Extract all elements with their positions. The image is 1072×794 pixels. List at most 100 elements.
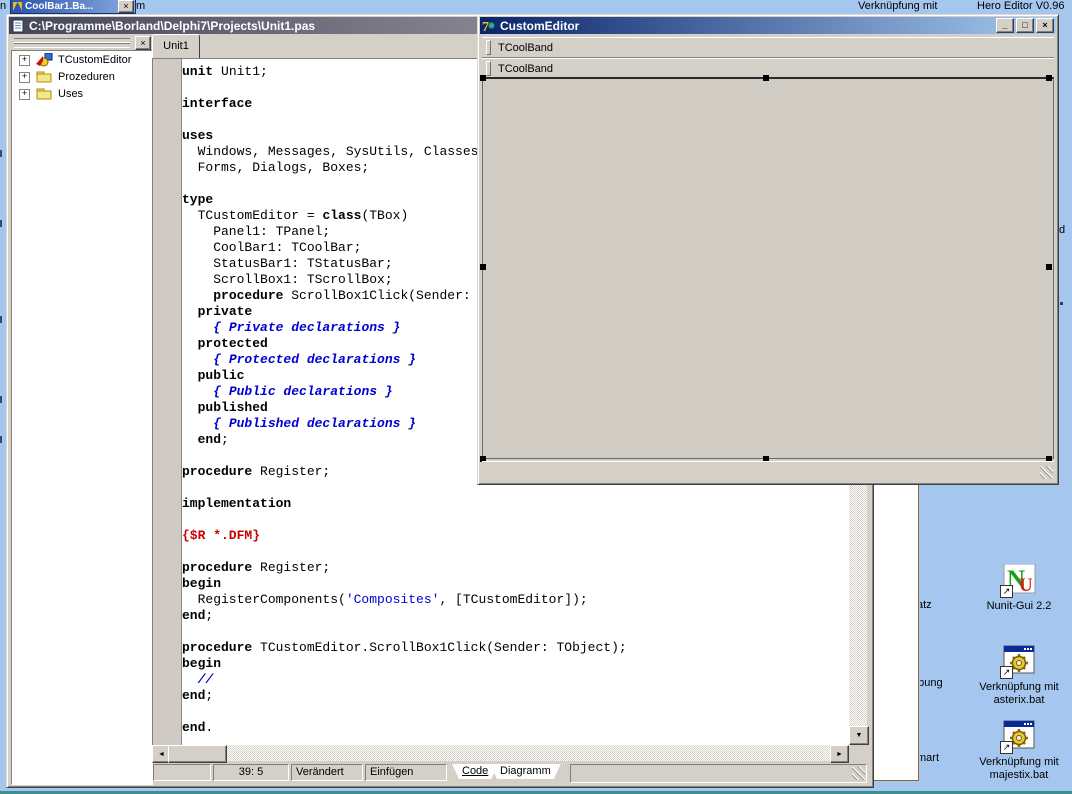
horizontal-scrollbar[interactable]: ◄ ► <box>152 745 849 761</box>
tree-item-prozeduren[interactable]: + Prozeduren <box>12 69 152 85</box>
code-line <box>182 704 627 720</box>
tree-item-label: Uses <box>58 88 83 100</box>
statusbar-modified-flag: Verändert <box>291 764 363 781</box>
code-line: end; <box>182 608 627 624</box>
tab-diagramm[interactable]: Diagramm <box>490 764 561 779</box>
statusbar-panel <box>153 764 211 781</box>
tab-unit1[interactable]: Unit1 <box>152 34 200 59</box>
tree-item-tcustomeditor[interactable]: + TCustomEditor <box>12 52 152 68</box>
desktop-fragment <box>0 436 2 443</box>
scrollbar-thumb[interactable] <box>168 745 227 763</box>
code-line: begin <box>182 576 627 592</box>
desktop-icon-label: Nunit-Gui 2.2 <box>969 600 1069 613</box>
form-statusbar <box>482 461 1054 481</box>
scrollbox-selected[interactable] <box>482 77 1054 459</box>
desktop-fragment <box>0 316 2 323</box>
scroll-right-icon[interactable]: ► <box>830 745 849 763</box>
coolband-label: TCoolBand <box>498 63 553 75</box>
coolbar-window-icon <box>13 2 22 11</box>
selection-handle[interactable] <box>480 264 486 270</box>
desktop-icon-majestix-bat[interactable]: ↗ Verknüpfung mitmajestix.bat <box>969 720 1069 782</box>
expand-plus-icon[interactable]: + <box>19 55 30 66</box>
selection-handle[interactable] <box>480 75 486 81</box>
code-line: end. <box>182 720 627 736</box>
scroll-down-icon[interactable]: ▼ <box>849 726 869 745</box>
maximize-icon[interactable]: □ <box>1016 18 1034 33</box>
svg-text:U: U <box>1019 575 1033 596</box>
drag-handle-icon[interactable] <box>14 43 130 48</box>
desktop-icon-asterix-bat[interactable]: ↗ Verknüpfung mitasterix.bat <box>969 645 1069 707</box>
folder-icon <box>36 87 53 101</box>
coolbar: TCoolBand TCoolBand <box>482 37 1054 79</box>
statusbar-insert-mode: Einfügen <box>365 764 447 781</box>
shortcut-arrow-icon: ↗ <box>1000 741 1013 754</box>
desktop-icon-label: Verknüpfung mit <box>969 681 1069 694</box>
tree-item-uses[interactable]: + Uses <box>12 86 152 102</box>
desktop-fragment <box>0 220 2 227</box>
desktop-icon-nunit-gui[interactable]: NU↗ Nunit-Gui 2.2 <box>969 564 1069 613</box>
desktop-icon-label: asterix.bat <box>969 694 1069 707</box>
code-explorer-header[interactable]: × <box>11 36 153 49</box>
minimize-icon[interactable]: _ <box>996 18 1014 33</box>
tree-item-label: Prozeduren <box>58 71 115 83</box>
code-line <box>182 512 627 528</box>
selection-handle[interactable] <box>1046 264 1052 270</box>
gripper-icon[interactable] <box>486 40 491 55</box>
desktop-icon-label-fragment: d <box>1059 224 1065 236</box>
desktop-icon-label: majestix.bat <box>969 769 1069 782</box>
editor-title: C:\Programme\Borland\Delphi7\Projects\Un… <box>29 19 315 33</box>
close-icon[interactable]: × <box>135 36 151 50</box>
code-line <box>182 624 627 640</box>
selection-handle[interactable] <box>763 75 769 81</box>
code-explorer-tree: + TCustomEditor + Prozeduren + Uses <box>11 50 153 785</box>
code-line: procedure TCustomEditor.ScrollBox1Click(… <box>182 640 627 656</box>
resize-grip[interactable] <box>1040 466 1053 479</box>
component-icon <box>36 53 53 67</box>
editor-gutter <box>153 59 182 746</box>
batch-icon: ↗ <box>1002 720 1036 754</box>
tab-code[interactable]: Code <box>452 764 498 779</box>
editor-statusbar: 39: 5 Verändert Einfügen Code Diagramm <box>152 763 867 783</box>
code-line: begin <box>182 656 627 672</box>
expand-plus-icon[interactable]: + <box>19 72 30 83</box>
tree-item-label: TCustomEditor <box>58 54 131 66</box>
desktop-text-fragment: m <box>136 0 145 12</box>
desktop-icon-label: Verknüpfung mit <box>969 756 1069 769</box>
close-icon[interactable]: × <box>1036 18 1054 33</box>
desktop-fragment <box>1060 302 1063 305</box>
desktop-icon-label-fragment: Verknüpfung mit <box>858 0 938 12</box>
statusbar-panel <box>570 764 867 783</box>
form-title: CustomEditor <box>500 19 996 33</box>
batch-icon: ↗ <box>1002 645 1036 679</box>
gripper-icon[interactable] <box>486 61 491 76</box>
close-icon[interactable]: × <box>118 0 134 13</box>
customeditor-form-window: 7 CustomEditor _ □ × TCoolBand TCoolBand <box>477 14 1059 485</box>
expand-plus-icon[interactable]: + <box>19 89 30 100</box>
code-line: end; <box>182 688 627 704</box>
desktop-text-fragment: n <box>0 0 6 12</box>
code-line: implementation <box>182 496 627 512</box>
code-line: RegisterComponents('Composites', [TCusto… <box>182 592 627 608</box>
mini-window-titlebar[interactable]: CoolBar1.Ba... × <box>10 0 136 14</box>
form-titlebar[interactable]: 7 CustomEditor _ □ × <box>480 17 1056 34</box>
view-tabs: Code Diagramm <box>452 763 570 781</box>
desktop-icon-label-fragment: mart <box>917 752 939 764</box>
code-line: procedure Register; <box>182 560 627 576</box>
nunit-icon: NU↗ <box>1002 564 1036 598</box>
coolband-row[interactable]: TCoolBand <box>482 37 1054 58</box>
scrollbar-track[interactable] <box>169 745 832 761</box>
code-line: // <box>182 672 627 688</box>
delphi-icon: 7 <box>482 19 496 32</box>
folder-icon <box>36 70 53 84</box>
desktop-fragment <box>0 396 2 403</box>
selection-handle[interactable] <box>1046 75 1052 81</box>
resize-grip[interactable] <box>852 767 865 780</box>
desktop-fragment <box>0 150 2 157</box>
coolband-label: TCoolBand <box>498 42 553 54</box>
background-window <box>872 483 919 781</box>
statusbar-caret-position: 39: 5 <box>213 764 289 781</box>
code-line: {$R *.DFM} <box>182 528 627 544</box>
code-line <box>182 544 627 560</box>
desktop-icon-label-fragment: atz <box>917 599 932 611</box>
mini-window-title: CoolBar1.Ba... <box>25 1 118 12</box>
